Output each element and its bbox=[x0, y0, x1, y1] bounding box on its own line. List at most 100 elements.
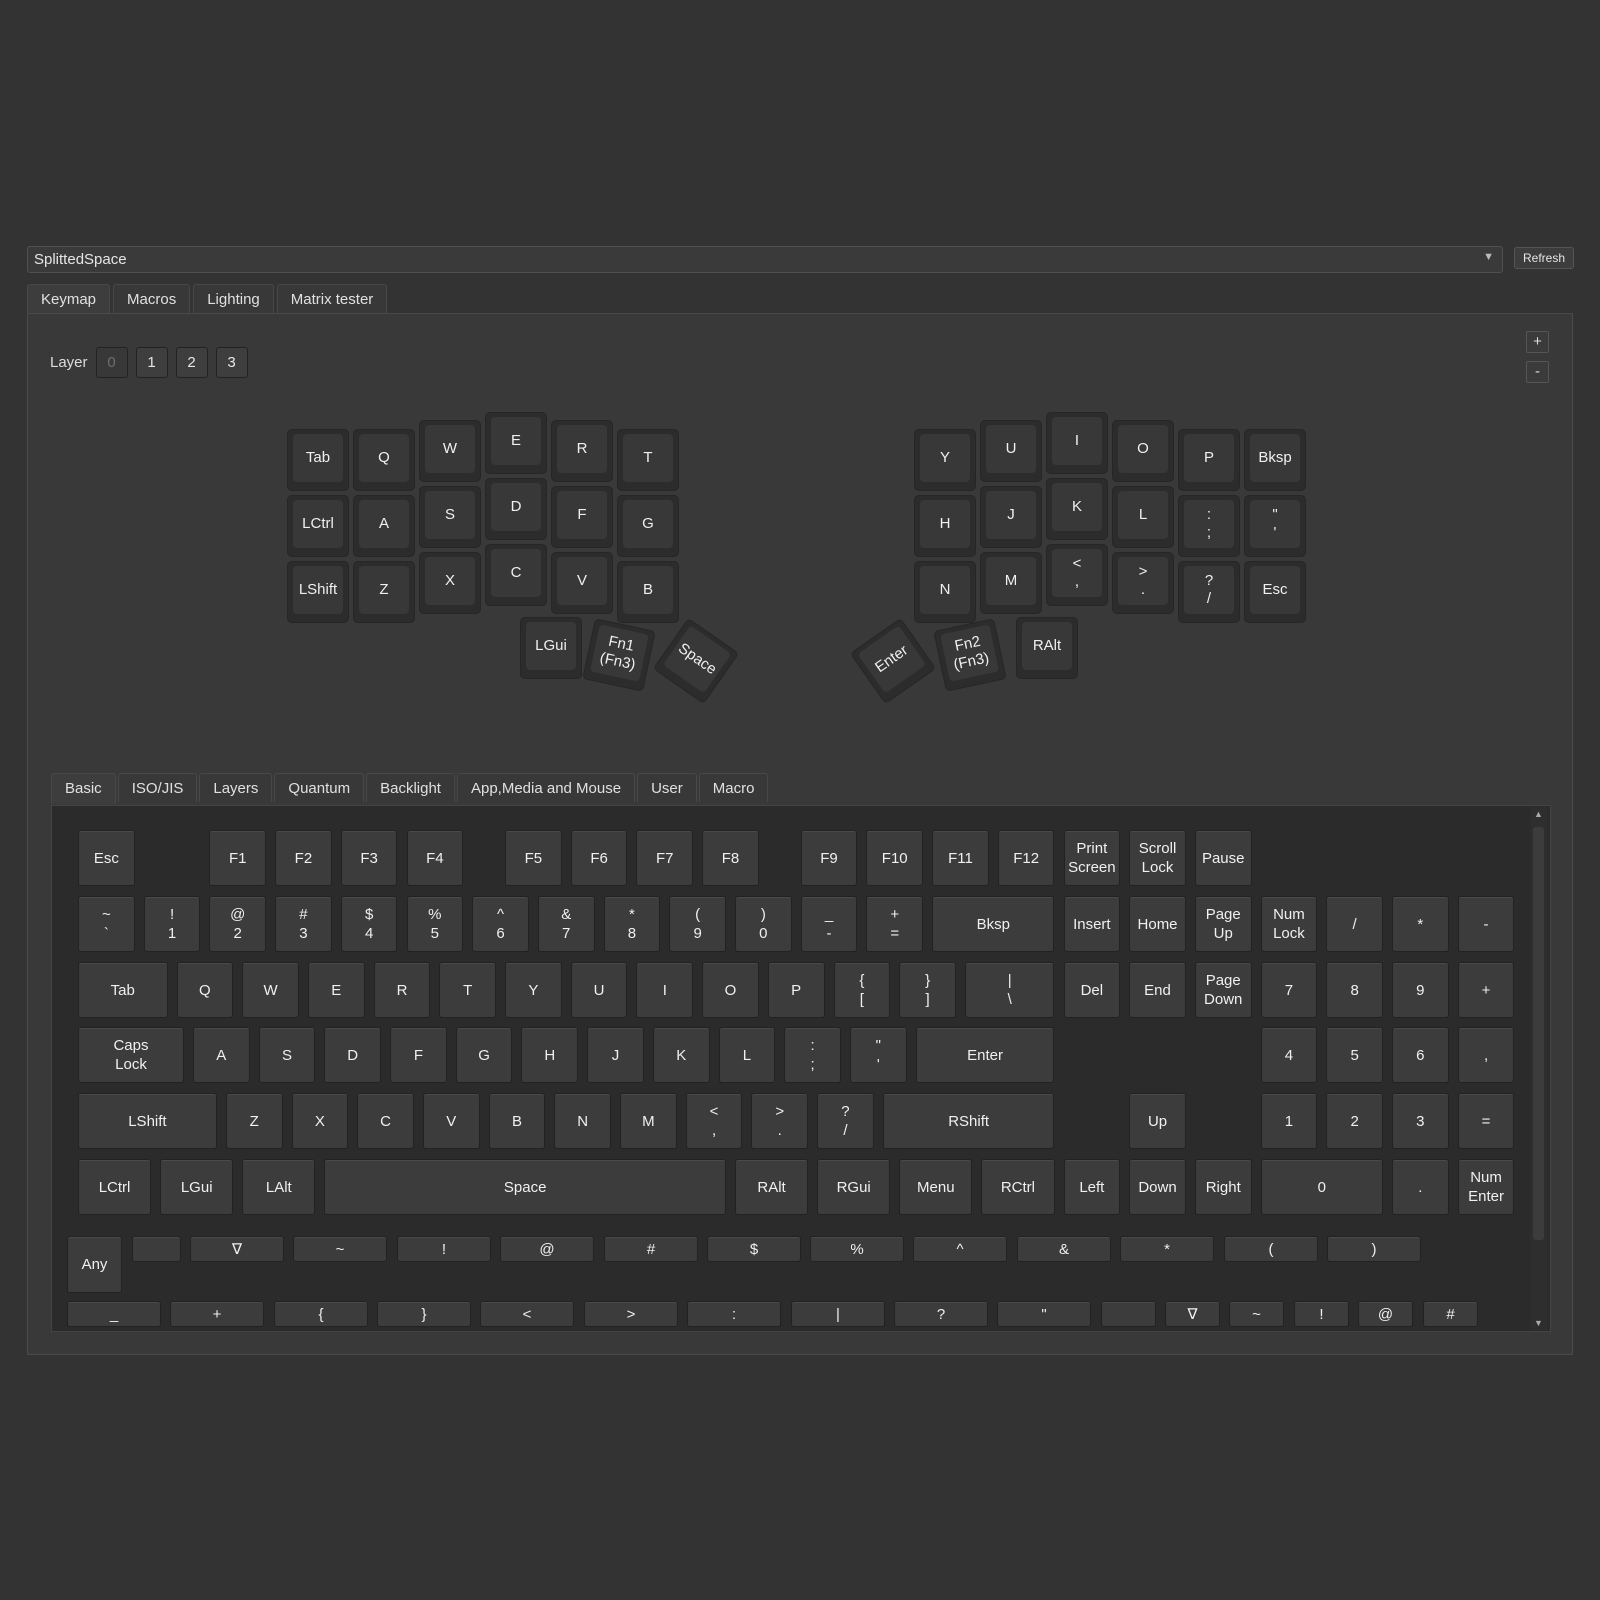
keycode-symbol[interactable]: * bbox=[1120, 1236, 1214, 1262]
layout-key-d[interactable]: D bbox=[485, 478, 547, 540]
layout-key-j[interactable]: J bbox=[980, 486, 1042, 548]
keycode-0[interactable]: 0 bbox=[1260, 1159, 1383, 1215]
keycode-symbol[interactable]: " ' bbox=[849, 1027, 907, 1083]
keycode-pause[interactable]: Pause bbox=[1194, 830, 1252, 886]
layer-button-0[interactable]: 0 bbox=[95, 347, 128, 378]
keycode-symbol[interactable]: = bbox=[1457, 1093, 1515, 1149]
keycode-rctrl[interactable]: RCtrl bbox=[981, 1159, 1055, 1215]
keycode-symbol[interactable]: @ bbox=[1358, 1301, 1413, 1327]
keycode-f7[interactable]: F7 bbox=[636, 830, 694, 886]
keycode-f1[interactable]: F1 bbox=[209, 830, 267, 886]
keycode-symbol[interactable]: ! bbox=[1294, 1301, 1349, 1327]
keycode-symbol[interactable]: < , bbox=[685, 1093, 743, 1149]
keycode-f3[interactable]: F3 bbox=[340, 830, 398, 886]
keycode-num-enter[interactable]: Num Enter bbox=[1457, 1159, 1515, 1215]
keycode-blank[interactable] bbox=[132, 1236, 181, 1262]
keycode-symbol[interactable]: ~ bbox=[293, 1236, 387, 1262]
keycode-tab-user[interactable]: User bbox=[637, 773, 697, 802]
keycode-y[interactable]: Y bbox=[505, 962, 562, 1018]
keycode-tab-basic[interactable]: Basic bbox=[51, 773, 116, 804]
add-layer-button[interactable]: + bbox=[1526, 331, 1549, 353]
keycode-space[interactable]: Space bbox=[324, 1159, 726, 1215]
keycode-f8[interactable]: F8 bbox=[702, 830, 759, 886]
keycode-symbol[interactable]: @ bbox=[500, 1236, 594, 1262]
layout-key-f[interactable]: F bbox=[551, 486, 613, 548]
tab-lighting[interactable]: Lighting bbox=[193, 284, 274, 313]
keycode-symbol[interactable]: , bbox=[1457, 1027, 1515, 1083]
keycode-tab-macro[interactable]: Macro bbox=[698, 773, 769, 802]
keycode-m[interactable]: M bbox=[620, 1093, 677, 1149]
keycode-5[interactable]: 5 bbox=[1326, 1027, 1383, 1083]
keycode-j[interactable]: J bbox=[587, 1027, 644, 1083]
keycode-page-down[interactable]: Page Down bbox=[1194, 962, 1252, 1018]
keycode-9[interactable]: 9 bbox=[1392, 962, 1449, 1018]
keycode-symbol[interactable]: % bbox=[810, 1236, 904, 1262]
layout-key-c[interactable]: C bbox=[485, 544, 547, 606]
layout-key-symbol[interactable]: > . bbox=[1112, 552, 1174, 614]
keycode-esc[interactable]: Esc bbox=[78, 830, 135, 886]
keycode-8[interactable]: 8 bbox=[1326, 962, 1383, 1018]
keycode-f5[interactable]: F5 bbox=[505, 830, 562, 886]
layout-key-l[interactable]: L bbox=[1112, 486, 1174, 548]
keycode-symbol[interactable]: ? bbox=[894, 1301, 988, 1327]
keycode-tab[interactable]: Tab bbox=[78, 962, 168, 1018]
keycode-symbol[interactable]: ~ bbox=[1229, 1301, 1284, 1327]
layout-key-k[interactable]: K bbox=[1046, 478, 1108, 540]
keycode-u[interactable]: U bbox=[570, 962, 628, 1018]
device-select[interactable]: SplittedSpace ▼ bbox=[27, 246, 1503, 273]
keycode-d[interactable]: D bbox=[324, 1027, 382, 1083]
remove-layer-button[interactable]: - bbox=[1526, 361, 1549, 383]
keycode-symbol[interactable]: & bbox=[1017, 1236, 1111, 1262]
keycode-p[interactable]: P bbox=[767, 962, 825, 1018]
keycode-1[interactable]: 1 bbox=[1260, 1093, 1318, 1149]
keycode-scrollbar[interactable]: ▲ ▼ bbox=[1530, 807, 1547, 1330]
keycode-symbol[interactable]: _ bbox=[67, 1301, 161, 1327]
keycode-x[interactable]: X bbox=[291, 1093, 349, 1149]
keycode-symbol[interactable]: } bbox=[377, 1301, 471, 1327]
keycode-symbol[interactable]: : ; bbox=[784, 1027, 841, 1083]
keycode-symbol[interactable]: : bbox=[687, 1301, 781, 1327]
keycode-2[interactable]: @ 2 bbox=[209, 896, 267, 952]
keycode-symbol[interactable]: * bbox=[1392, 896, 1449, 952]
keycode-symbol[interactable]: " bbox=[997, 1301, 1091, 1327]
keycode-tab-layers[interactable]: Layers bbox=[199, 773, 273, 802]
keycode-9[interactable]: ( 9 bbox=[669, 896, 726, 952]
keycode-f11[interactable]: F11 bbox=[932, 830, 989, 886]
keycode-lshift[interactable]: LShift bbox=[78, 1093, 217, 1149]
keycode-n[interactable]: N bbox=[554, 1093, 611, 1149]
layout-key-fn1-fn3[interactable]: Fn1 (Fn3) bbox=[582, 618, 656, 692]
keycode-home[interactable]: Home bbox=[1129, 896, 1186, 952]
keycode-symbol[interactable]: $ bbox=[707, 1236, 801, 1262]
keycode-right[interactable]: Right bbox=[1194, 1159, 1252, 1215]
layout-key-q[interactable]: Q bbox=[353, 429, 415, 491]
keycode-symbol[interactable]: ? / bbox=[817, 1093, 874, 1149]
keycode-lctrl[interactable]: LCtrl bbox=[78, 1159, 152, 1215]
scroll-down-icon[interactable]: ▼ bbox=[1534, 1318, 1543, 1328]
keycode-z[interactable]: Z bbox=[225, 1093, 283, 1149]
layout-key-y[interactable]: Y bbox=[914, 429, 976, 491]
keycode-down[interactable]: Down bbox=[1129, 1159, 1186, 1215]
keycode-lgui[interactable]: LGui bbox=[160, 1159, 234, 1215]
keycode-symbol[interactable]: | \ bbox=[964, 962, 1055, 1018]
keycode-symbol[interactable]: > . bbox=[751, 1093, 809, 1149]
layout-key-bksp[interactable]: Bksp bbox=[1244, 429, 1306, 491]
keycode-insert[interactable]: Insert bbox=[1063, 896, 1121, 952]
layout-key-i[interactable]: I bbox=[1046, 412, 1108, 474]
layout-key-lgui[interactable]: LGui bbox=[520, 617, 582, 679]
keycode-l[interactable]: L bbox=[718, 1027, 776, 1083]
keycode-f4[interactable]: F4 bbox=[406, 830, 464, 886]
layout-key-m[interactable]: M bbox=[980, 552, 1042, 614]
layout-key-a[interactable]: A bbox=[353, 495, 415, 557]
keycode-c[interactable]: C bbox=[357, 1093, 414, 1149]
keycode-scroll-lock[interactable]: Scroll Lock bbox=[1129, 830, 1186, 886]
keycode-f10[interactable]: F10 bbox=[866, 830, 924, 886]
keycode-h[interactable]: H bbox=[521, 1027, 579, 1083]
tab-macros[interactable]: Macros bbox=[113, 284, 191, 313]
keycode-7[interactable]: & 7 bbox=[537, 896, 595, 952]
keycode-i[interactable]: I bbox=[636, 962, 694, 1018]
layout-key-u[interactable]: U bbox=[980, 420, 1042, 482]
keycode-f12[interactable]: F12 bbox=[997, 830, 1055, 886]
keycode-3[interactable]: 3 bbox=[1392, 1093, 1449, 1149]
keycode-a[interactable]: A bbox=[192, 1027, 250, 1083]
keycode-symbol[interactable]: + = bbox=[866, 896, 924, 952]
